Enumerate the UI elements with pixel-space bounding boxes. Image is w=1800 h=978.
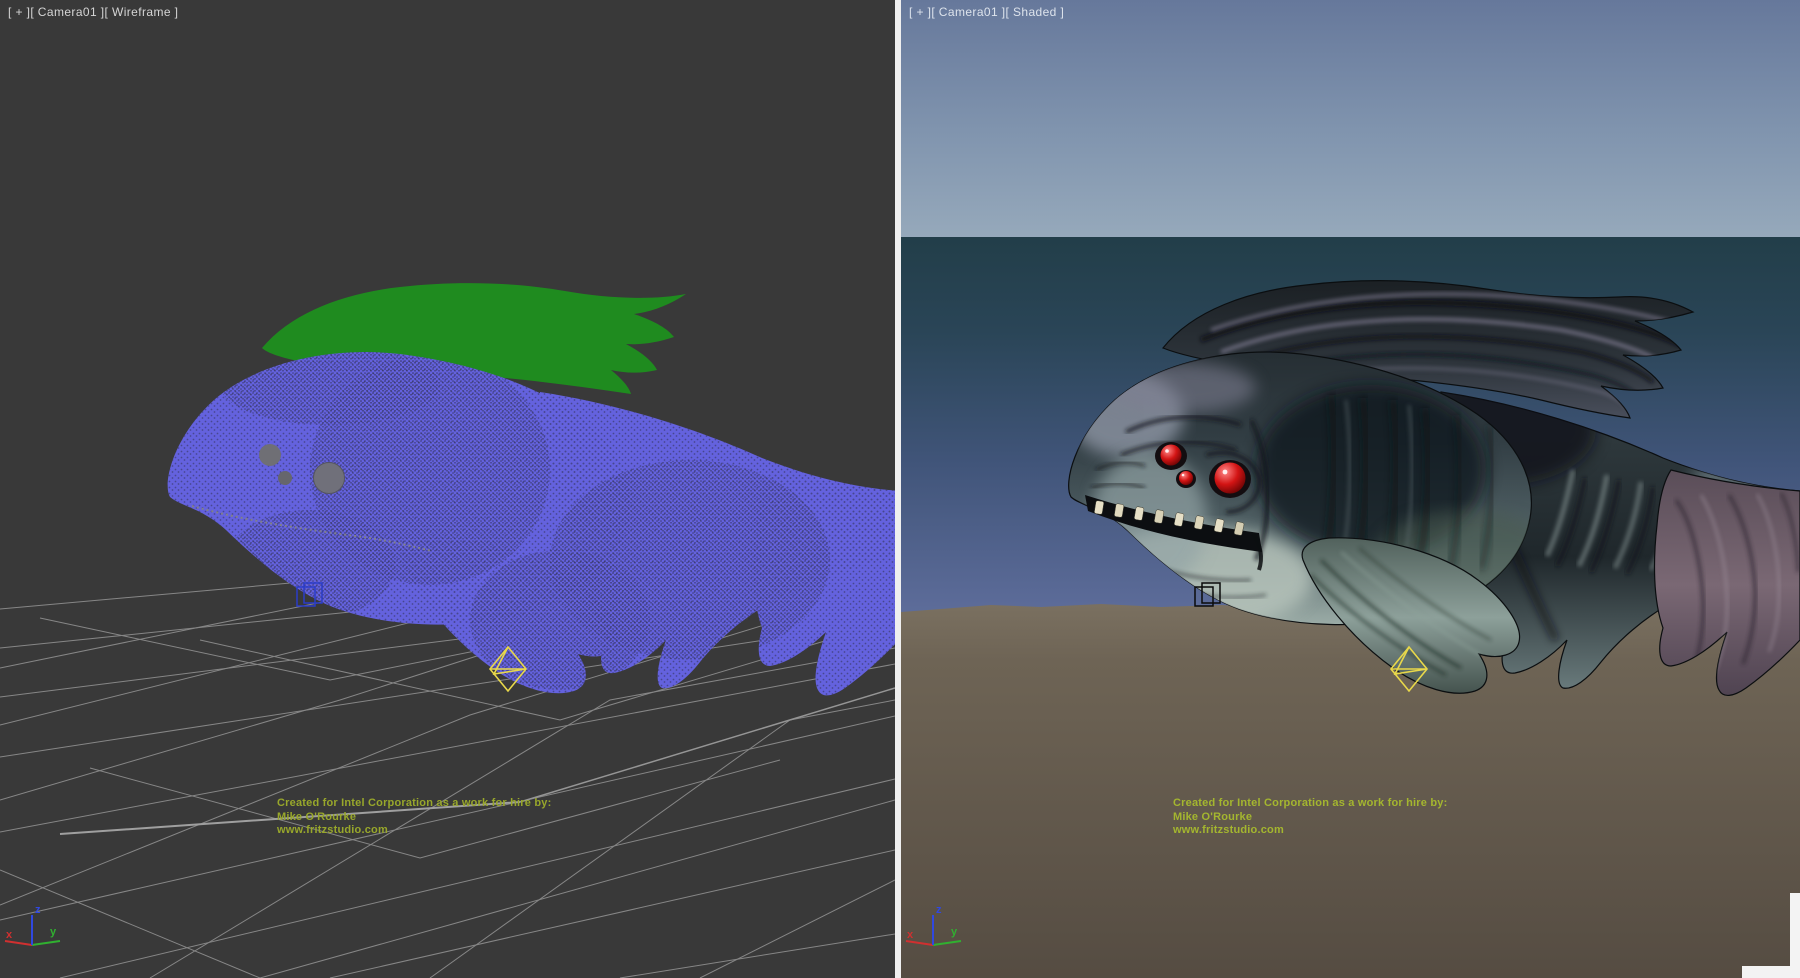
viewport-wireframe[interactable]: Created for Intel Corporation as a work … [0, 0, 895, 978]
camera-menu[interactable]: [ Camera01 ] [931, 5, 1005, 19]
credit-line-1: Created for Intel Corporation as a work … [277, 797, 551, 809]
axis-y-label: y [50, 926, 57, 938]
pov-menu[interactable]: [ + ] [909, 5, 931, 19]
shading-menu[interactable]: [ Shaded ] [1006, 5, 1065, 19]
camera-menu[interactable]: [ Camera01 ] [30, 5, 104, 19]
viewport-label-right: [ + ][ Camera01 ][ Shaded ] [909, 5, 1064, 19]
axis-z-label: z [35, 904, 41, 916]
eye-small-lower [1179, 471, 1193, 485]
viewport-label-left: [ + ][ Camera01 ][ Wireframe ] [8, 5, 178, 19]
axis-y-label: y [951, 926, 958, 938]
axis-x-label: x [6, 929, 13, 941]
eye-small-upper [1161, 445, 1182, 466]
axis-x-label: x [907, 929, 914, 941]
environment-sky [901, 0, 1800, 238]
application-window: Created for Intel Corporation as a work … [0, 0, 1800, 978]
axis-z-label: z [936, 904, 942, 916]
shading-menu[interactable]: [ Wireframe ] [105, 5, 179, 19]
viewport-shaded[interactable]: Created for Intel Corporation as a work … [901, 0, 1800, 978]
credit-line-1: Created for Intel Corporation as a work … [1173, 797, 1447, 809]
credit-line-3: www.fritzstudio.com [276, 824, 388, 836]
eye-large [1215, 463, 1246, 494]
pov-menu[interactable]: [ + ] [8, 5, 30, 19]
credit-line-2: Mike O'Rourke [1173, 811, 1252, 823]
credit-line-3: www.fritzstudio.com [1172, 824, 1284, 836]
credit-line-2: Mike O'Rourke [277, 811, 356, 823]
